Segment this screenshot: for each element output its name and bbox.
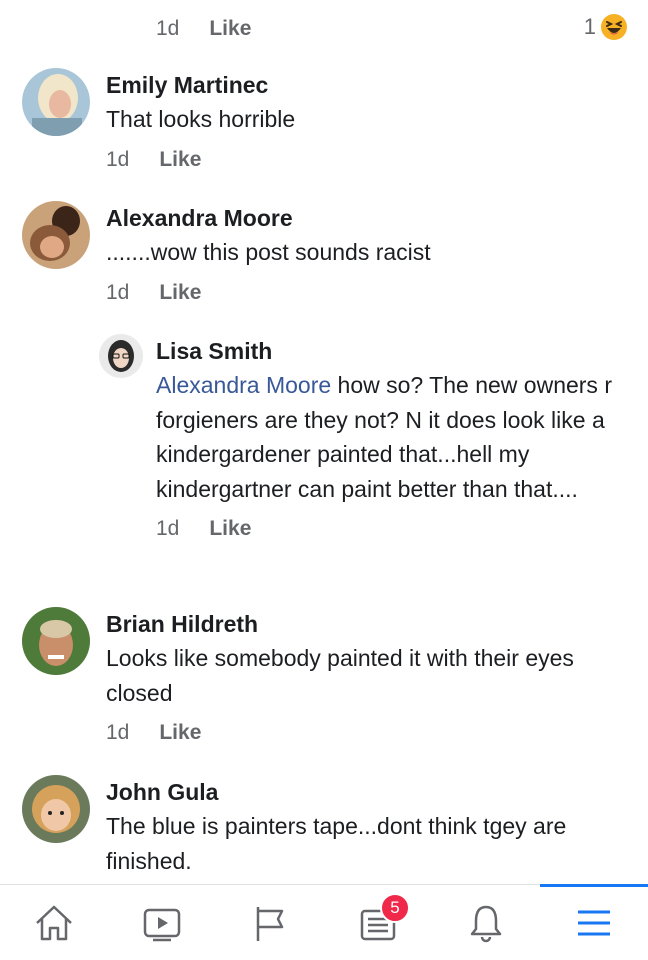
home-icon: [36, 905, 72, 940]
nav-menu[interactable]: [540, 884, 648, 960]
nav-video[interactable]: [108, 885, 216, 960]
comment-text: Looks like somebody painted it with thei…: [106, 645, 574, 706]
bell-icon: [470, 905, 502, 942]
like-button[interactable]: Like: [159, 281, 201, 305]
flag-icon: [256, 906, 284, 941]
avatar[interactable]: [22, 607, 90, 675]
nav-home[interactable]: [0, 885, 108, 960]
nav-pages[interactable]: [216, 885, 324, 960]
avatar[interactable]: [22, 68, 90, 136]
video-icon: [143, 908, 181, 941]
comment-text: Alexandra Moore how so? The new owners r…: [156, 368, 636, 506]
like-button[interactable]: Like: [159, 148, 201, 172]
avatar[interactable]: [22, 201, 90, 269]
comment: Emily Martinec That looks horrible 1d Li…: [22, 68, 295, 175]
comment-author[interactable]: Brian Hildreth: [106, 607, 616, 641]
comment-author[interactable]: Lisa Smith: [156, 334, 636, 368]
notification-badge: 5: [380, 893, 410, 923]
comment-time: 1d: [106, 147, 130, 171]
comment-time: 1d: [106, 280, 130, 304]
comment: Alexandra Moore .......wow this post sou…: [22, 201, 431, 308]
bottom-nav: 5: [0, 884, 648, 960]
like-button[interactable]: Like: [159, 721, 201, 745]
comment-text: .......wow this post sounds racist: [106, 239, 431, 265]
comment: Brian Hildreth Looks like somebody paint…: [22, 607, 616, 748]
comment-text: The blue is painters tape...dont think t…: [106, 813, 567, 874]
reaction-summary[interactable]: 1: [584, 13, 628, 41]
mention-link[interactable]: Alexandra Moore: [156, 372, 331, 398]
nav-notifications[interactable]: [432, 885, 540, 960]
reaction-count: 1: [583, 14, 596, 39]
comment-time: 1d: [156, 517, 180, 540]
avatar[interactable]: [22, 775, 90, 843]
previous-comment-meta: 1d Like: [156, 14, 251, 44]
comment-time: 1d: [156, 17, 180, 40]
comment-author[interactable]: Emily Martinec: [106, 68, 295, 102]
comment-text: That looks horrible: [106, 106, 296, 132]
like-button[interactable]: Like: [209, 517, 251, 541]
comment-author[interactable]: Alexandra Moore: [106, 201, 431, 235]
menu-icon: [578, 910, 610, 935]
haha-reaction-icon: [601, 14, 627, 40]
comment-author[interactable]: John Gula: [106, 775, 616, 809]
reply-comment: Lisa Smith Alexandra Moore how so? The n…: [99, 334, 636, 544]
comment: John Gula The blue is painters tape...do…: [22, 775, 616, 878]
nav-news[interactable]: 5: [324, 885, 432, 960]
comment-time: 1d: [106, 721, 130, 744]
like-button[interactable]: Like: [209, 17, 251, 41]
avatar[interactable]: [99, 334, 143, 378]
